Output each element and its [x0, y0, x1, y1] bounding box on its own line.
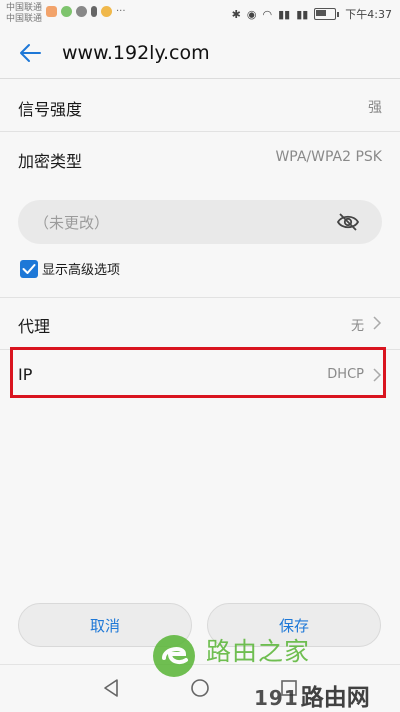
- page-title: www.192ly.com: [62, 42, 210, 64]
- chevron-right-icon: [373, 316, 382, 330]
- watermark: 路由之家 191 路由网: [150, 632, 400, 711]
- wifi-icon: ◠: [262, 7, 273, 21]
- chevron-right-icon: [373, 368, 382, 382]
- battery-icon: [314, 8, 337, 20]
- weibo-notification-icon: [101, 6, 112, 17]
- nav-back-icon[interactable]: [100, 677, 122, 699]
- proxy-row[interactable]: 代理 无: [0, 298, 400, 350]
- watermark-logo-icon: [153, 635, 195, 677]
- chat-notification-icon: [76, 6, 87, 17]
- hide-password-icon[interactable]: [336, 211, 360, 233]
- watermark-top-text: 路由之家: [206, 637, 311, 666]
- signal-strength-row: 信号强度 强: [0, 80, 400, 132]
- password-input[interactable]: [32, 211, 326, 235]
- security-type-label: 加密类型: [18, 152, 83, 171]
- checkmark-icon: [22, 263, 36, 274]
- ip-settings-row[interactable]: IP DHCP: [0, 350, 400, 402]
- app-notification-icon: [61, 6, 72, 17]
- system-status: ✱ ◉ ◠ ▮▮ ▮▮ 下午4:37: [232, 6, 392, 22]
- clock: 下午4:37: [345, 8, 392, 21]
- battery-cap: [337, 11, 340, 17]
- more-notifications: ···: [116, 6, 126, 17]
- ip-value: DHCP: [327, 367, 364, 382]
- carrier-info: 中国联通 中国联通: [6, 3, 42, 25]
- watermark-number: 191: [254, 686, 299, 710]
- battery-notification-icon: [91, 6, 97, 17]
- bluetooth-icon: ✱: [231, 7, 241, 21]
- security-type-row: 加密类型 WPA/WPA2 PSK: [0, 132, 400, 184]
- signal-strength-value: 强: [368, 100, 382, 116]
- password-field[interactable]: [18, 200, 382, 244]
- carrier-2: 中国联通: [6, 14, 43, 24]
- back-button[interactable]: [10, 36, 50, 70]
- advanced-options-label: 显示高级选项: [42, 263, 121, 278]
- signal-strength-label: 信号强度: [18, 100, 83, 119]
- security-type-value: WPA/WPA2 PSK: [275, 149, 382, 165]
- eye-comfort-icon: ◉: [246, 7, 257, 21]
- ip-label: IP: [18, 365, 33, 384]
- watermark-bottom: 191 路由网: [254, 678, 370, 712]
- notification-icons: ···: [46, 6, 126, 17]
- back-arrow-icon: [20, 44, 41, 62]
- signal-icon: ▮▮: [278, 7, 291, 21]
- proxy-value: 无: [350, 319, 364, 334]
- advanced-options-checkbox[interactable]: [20, 259, 38, 278]
- signal-icon: ▮▮: [296, 7, 309, 21]
- app-notification-icon: [46, 6, 57, 17]
- carrier-1: 中国联通: [6, 3, 43, 13]
- proxy-label: 代理: [18, 317, 51, 336]
- app-bar: www.192ly.com: [0, 28, 400, 79]
- status-bar: 中国联通 中国联通 ··· ✱ ◉ ◠ ▮▮ ▮▮ 下午4:37: [0, 0, 400, 28]
- watermark-bottom-text: 路由网: [300, 685, 370, 711]
- advanced-options-toggle[interactable]: 显示高级选项: [20, 259, 120, 278]
